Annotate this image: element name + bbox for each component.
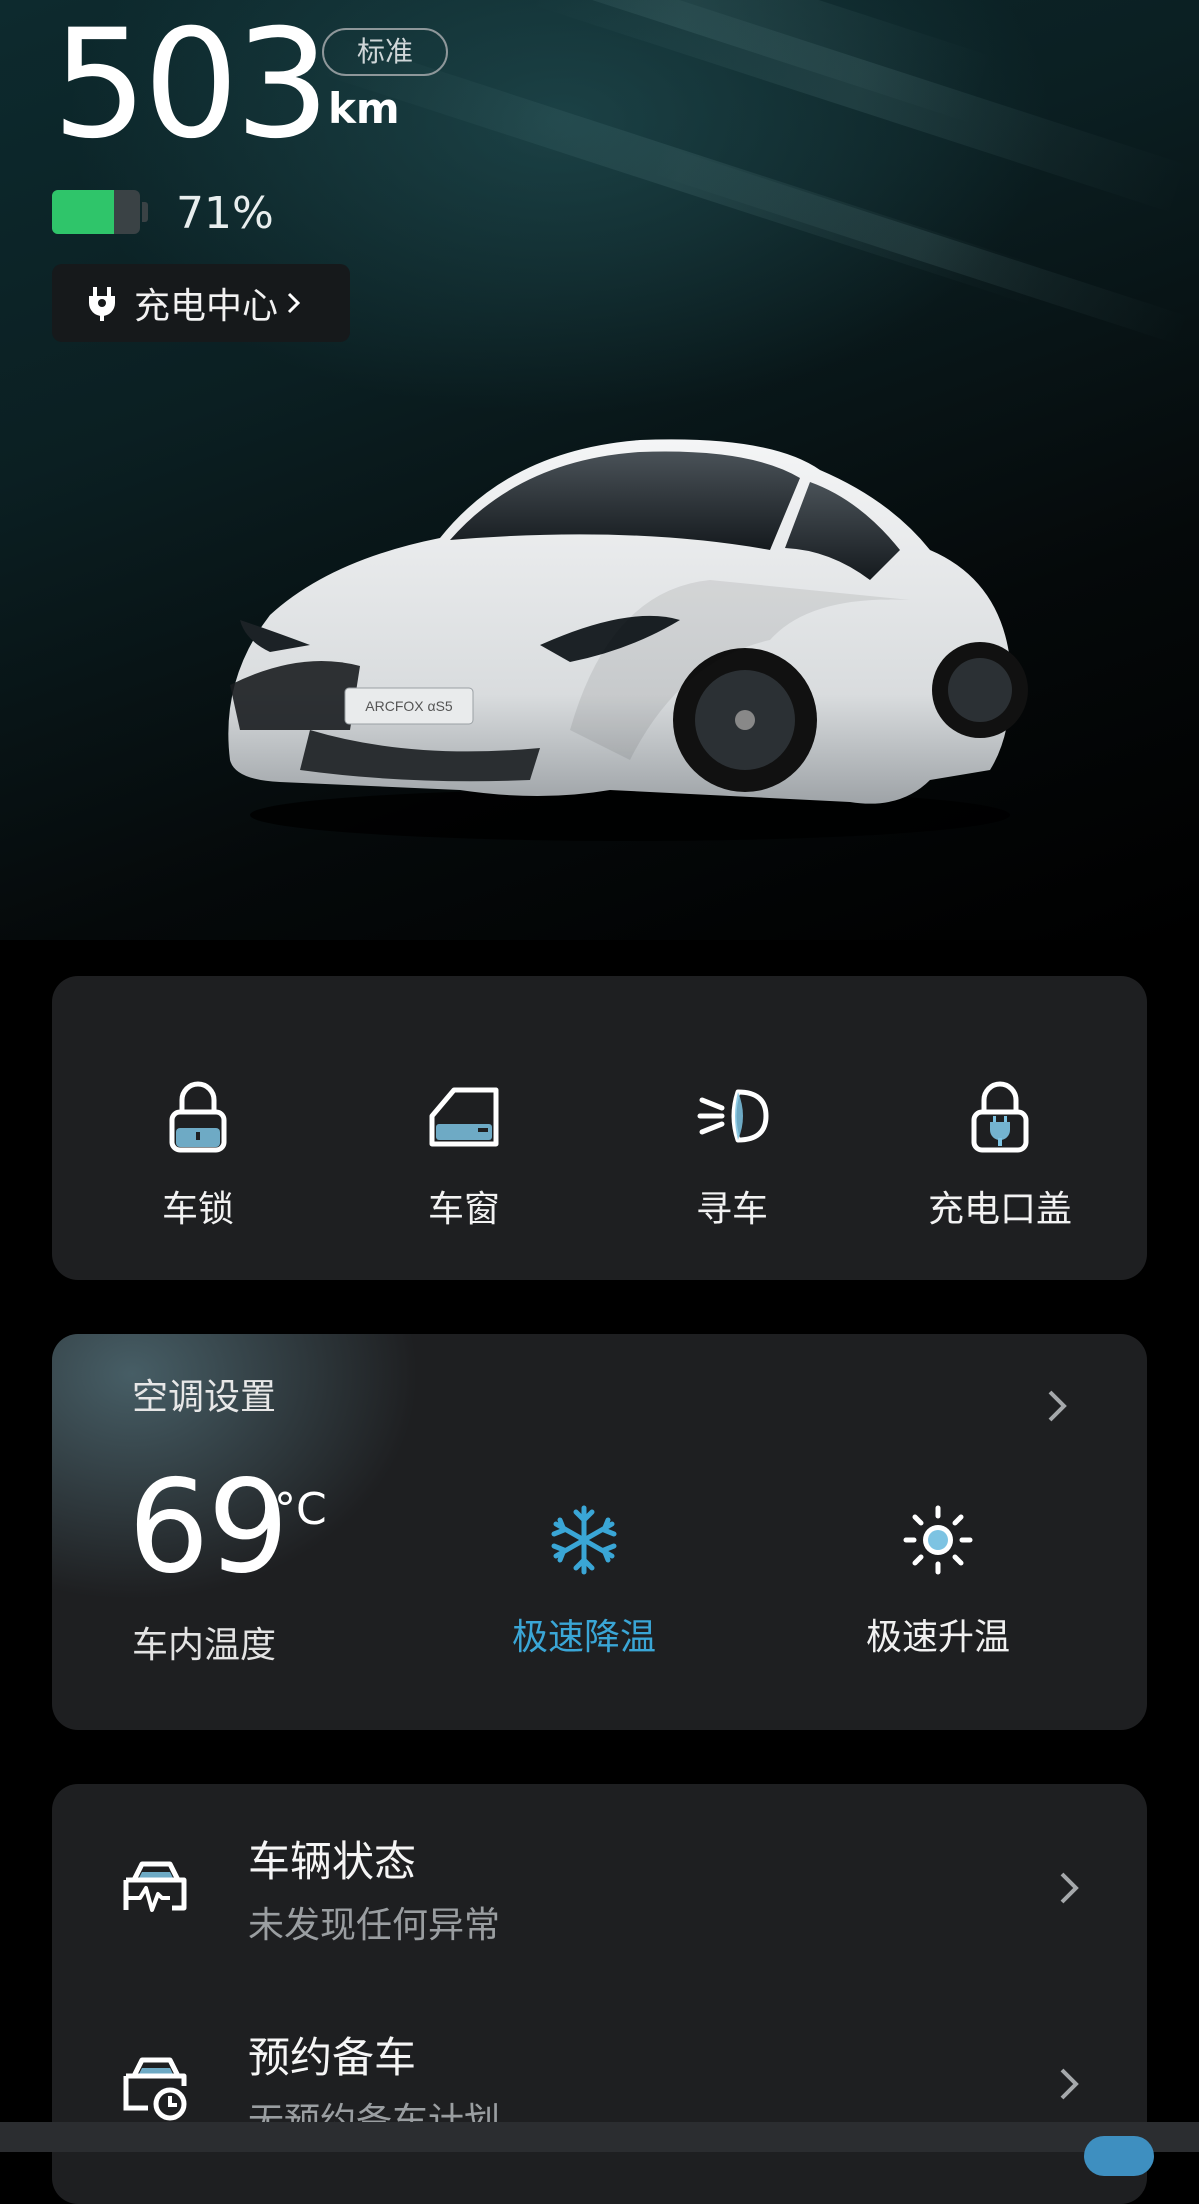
battery-fill: [52, 190, 114, 234]
car-badge: ARCFOX αS5: [365, 698, 453, 714]
plug-icon: [89, 287, 115, 321]
vehicle-status-row[interactable]: 车辆状态 未发现任何异常: [52, 1784, 1147, 1974]
scheduled-prep-title: 预约备车: [248, 2033, 417, 2082]
cabin-temperature-value: 69: [128, 1453, 289, 1602]
ac-settings-title: 空调设置: [132, 1377, 277, 1418]
lock-icon: [169, 1081, 227, 1153]
rapid-cool-button[interactable]: 极速降温: [474, 1504, 694, 1660]
rapid-cool-label: 极速降温: [511, 1617, 656, 1658]
control-lock-label: 车锁: [161, 1189, 234, 1230]
ac-settings-card: 空调设置 69 °C 车内温度 极速降温 极速升温: [52, 1334, 1147, 1730]
chevron-right-icon: [1060, 1872, 1079, 1904]
range-unit: km: [328, 84, 400, 133]
battery-indicator: [52, 190, 148, 234]
sun-icon: [903, 1505, 973, 1575]
find-car-headlight-icon: [697, 1089, 769, 1143]
range-value: 503: [52, 0, 330, 172]
control-lock[interactable]: 车锁: [98, 1076, 298, 1232]
scheduled-prep-icon: [123, 2057, 187, 2121]
vehicle-status-subtitle: 未发现任何异常: [248, 1905, 501, 1946]
control-charge-port-label: 充电口盖: [927, 1189, 1072, 1230]
charge-center-button[interactable]: 充电中心: [52, 264, 350, 342]
charge-port-lock-icon: [971, 1081, 1029, 1153]
chevron-right-icon: [1060, 2068, 1079, 2100]
bottom-nav-bar: [0, 2122, 1199, 2152]
car-image: ARCFOX αS5: [228, 439, 1028, 841]
control-find-car[interactable]: 寻车: [632, 1076, 832, 1232]
chevron-right-icon: [287, 292, 301, 314]
snowflake-icon: [551, 1505, 617, 1575]
control-window[interactable]: 车窗: [364, 1076, 564, 1232]
ac-settings-chevron-icon[interactable]: [1042, 1384, 1072, 1428]
cabin-temperature-unit: °C: [274, 1484, 327, 1535]
rapid-heat-button[interactable]: 极速升温: [828, 1504, 1048, 1660]
control-charge-port[interactable]: 充电口盖: [900, 1076, 1100, 1232]
battery-percent: 71%: [176, 188, 274, 239]
rapid-heat-label: 极速升温: [865, 1617, 1010, 1658]
charge-center-label: 充电中心: [134, 286, 279, 327]
vehicle-status-icon: [123, 1861, 187, 1912]
floating-action-button[interactable]: [1084, 2136, 1154, 2176]
vehicle-hero: 503 标准 km 71% 充电中心 ARCFOX αS5: [0, 0, 1199, 940]
cabin-temperature-label: 车内温度: [132, 1625, 277, 1666]
window-icon: [429, 1087, 499, 1147]
control-window-label: 车窗: [427, 1189, 500, 1230]
quick-controls-card: 车锁 车窗 寻车 充电口盖: [52, 976, 1147, 1280]
range-mode-badge[interactable]: 标准: [322, 28, 448, 76]
control-find-car-label: 寻车: [695, 1189, 768, 1230]
vehicle-status-title: 车辆状态: [248, 1837, 417, 1886]
